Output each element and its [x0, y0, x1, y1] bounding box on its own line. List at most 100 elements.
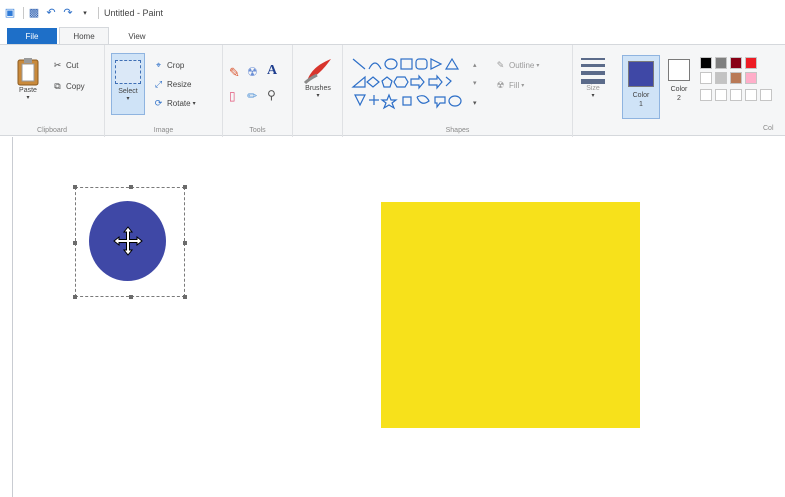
eraser-icon[interactable]: ▯ [229, 89, 236, 103]
shapes-group-label: Shapes [445, 127, 470, 134]
svg-text:▴: ▴ [473, 62, 477, 69]
fill-icon: ☢ [496, 79, 505, 90]
window-title: Untitled - Paint [104, 8, 164, 18]
ribbon: Paste ▾ ✂ Cut ⧉ Copy Clipboard Select ▾ … [0, 44, 785, 137]
custom-color-slot[interactable] [745, 89, 757, 101]
palette-swatch[interactable] [700, 72, 712, 84]
shapes-group: ▴ ▾ ▾ ✎ Outline ▾ ☢ Fill ▾ Shapes [343, 45, 573, 137]
palette-swatch[interactable] [700, 57, 712, 69]
pencil-icon[interactable]: ✎ [229, 65, 240, 81]
text-icon[interactable]: A [267, 63, 277, 79]
ribbon-tabs: File Home View [0, 26, 785, 44]
size-button[interactable]: Size ▾ [576, 55, 610, 99]
palette-swatch[interactable] [715, 57, 727, 69]
crop-icon: ⌖ [155, 59, 162, 70]
resize-handle-top-right[interactable] [183, 185, 187, 189]
cut-button[interactable]: ✂ Cut [52, 59, 79, 71]
svg-text:▾: ▾ [473, 100, 477, 107]
custom-color-slot[interactable] [760, 89, 772, 101]
palette-swatch[interactable] [745, 57, 757, 69]
brushes-button[interactable]: Brushes ▾ [299, 55, 337, 99]
brushes-dropdown-icon[interactable]: ▾ [316, 92, 319, 99]
outline-dropdown-icon[interactable]: ▾ [536, 62, 539, 69]
paste-dropdown-icon[interactable]: ▾ [26, 94, 29, 101]
copy-label: Copy [66, 81, 85, 91]
tab-file[interactable]: File [7, 28, 57, 44]
color2-button[interactable]: Color 2 [664, 59, 694, 103]
outline-icon: ✎ [496, 59, 505, 70]
colors-group-label: Col [763, 125, 774, 132]
yellow-rectangle-shape[interactable] [381, 202, 640, 428]
resize-handle-right[interactable] [183, 241, 187, 245]
color2-swatch [668, 59, 690, 81]
color1-swatch [628, 61, 654, 87]
palette-swatch[interactable] [730, 57, 742, 69]
palette-swatch[interactable] [715, 72, 727, 84]
resize-handle-bottom[interactable] [129, 295, 133, 299]
tools-group-label: Tools [249, 127, 266, 134]
resize-button[interactable]: ⤢ Resize [153, 78, 192, 90]
rotate-dropdown-icon[interactable]: ▾ [193, 100, 196, 107]
color1-label: Color 1 [632, 92, 650, 108]
palette-swatch[interactable] [745, 72, 757, 84]
resize-handle-top-left[interactable] [73, 185, 77, 189]
rotate-button[interactable]: ⟳ Rotate ▾ [153, 97, 196, 109]
select-label: Select [118, 88, 138, 95]
drawing-canvas[interactable] [0, 137, 785, 497]
outline-button[interactable]: ✎ Outline ▾ [495, 59, 540, 71]
color-palette [700, 57, 785, 117]
resize-icon: ⤢ [154, 78, 163, 89]
save-icon[interactable]: ▩ [27, 6, 41, 20]
line-size-icon [581, 58, 605, 84]
shapes-gallery[interactable]: ▴ ▾ ▾ [351, 57, 491, 111]
fill-bucket-icon[interactable]: ☢ [247, 65, 258, 79]
brushes-group: Brushes ▾ [293, 45, 343, 137]
scissors-icon: ✂ [53, 59, 62, 70]
palette-swatch[interactable] [730, 72, 742, 84]
paste-button[interactable]: Paste ▾ [10, 57, 46, 101]
title-separator [98, 7, 99, 19]
rotate-label: Rotate [167, 98, 191, 108]
cut-label: Cut [66, 60, 79, 70]
title-bar: ▣ ▩ ↶ ↷ ▾ Untitled - Paint [0, 0, 785, 26]
resize-handle-bottom-left[interactable] [73, 295, 77, 299]
qat-separator [23, 7, 24, 19]
brushes-label: Brushes [305, 85, 331, 92]
canvas-border [12, 137, 13, 497]
custom-color-slot[interactable] [730, 89, 742, 101]
brush-icon [303, 59, 331, 85]
tab-view[interactable]: View [115, 28, 159, 44]
redo-icon[interactable]: ↷ [61, 6, 75, 20]
svg-text:▾: ▾ [473, 80, 477, 87]
image-group-label: Image [153, 127, 174, 134]
paste-icon [17, 58, 39, 86]
clipboard-group-label: Clipboard [37, 127, 67, 134]
copy-button[interactable]: ⧉ Copy [52, 80, 85, 92]
select-button[interactable]: Select ▾ [111, 53, 145, 115]
resize-handle-bottom-right[interactable] [183, 295, 187, 299]
customize-qat-icon[interactable]: ▾ [78, 6, 92, 20]
color-picker-icon[interactable]: ✏ [247, 89, 257, 103]
paste-label: Paste [19, 87, 37, 94]
crop-label: Crop [167, 60, 185, 70]
resize-handle-left[interactable] [73, 241, 77, 245]
color2-label: Color 2 [670, 86, 688, 102]
magnifier-icon[interactable]: ⚲ [267, 88, 276, 102]
crop-button[interactable]: ⌖ Crop [153, 59, 184, 71]
custom-color-slot[interactable] [715, 89, 727, 101]
select-dropdown-icon[interactable]: ▾ [126, 95, 129, 102]
rotate-icon: ⟳ [154, 97, 163, 108]
clipboard-group: Paste ▾ ✂ Cut ⧉ Copy Clipboard [0, 45, 105, 137]
color1-button[interactable]: Color 1 [622, 55, 660, 119]
size-dropdown-icon[interactable]: ▾ [591, 92, 594, 99]
tab-home[interactable]: Home [59, 27, 109, 44]
fill-dropdown-icon[interactable]: ▾ [521, 82, 524, 89]
resize-handle-top[interactable] [129, 185, 133, 189]
custom-color-slot[interactable] [700, 89, 712, 101]
fill-label: Fill [509, 80, 520, 90]
undo-icon[interactable]: ↶ [44, 6, 58, 20]
image-group: Select ▾ ⌖ Crop ⤢ Resize ⟳ Rotate ▾ Imag… [105, 45, 223, 137]
tools-group: ✎ ☢ A ▯ ✏ ⚲ Tools [223, 45, 293, 137]
fill-button[interactable]: ☢ Fill ▾ [495, 79, 524, 91]
paint-app-icon[interactable]: ▣ [3, 6, 17, 20]
